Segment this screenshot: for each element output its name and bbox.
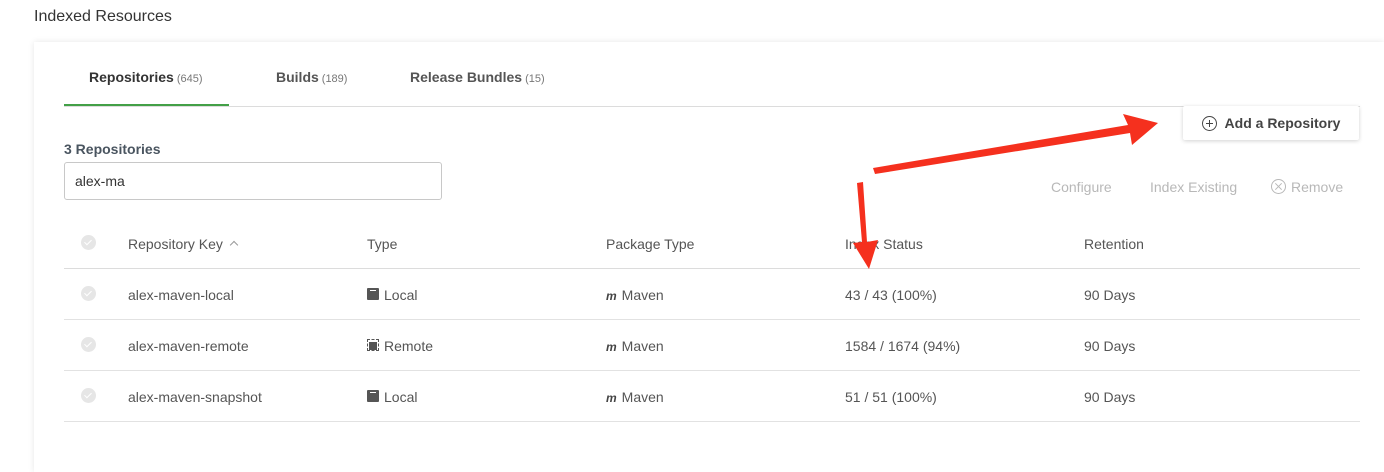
tab-bar: Repositories (645) Builds (189) Release Bu…: [64, 42, 1360, 107]
row-checkbox[interactable]: [81, 337, 96, 352]
tab-label: Builds: [276, 69, 319, 85]
select-all-checkbox[interactable]: [81, 235, 96, 250]
add-repository-button[interactable]: Add a Repository: [1183, 106, 1359, 140]
tab-release-bundles[interactable]: Release Bundles (15): [410, 69, 545, 105]
tab-repositories[interactable]: Repositories (645): [89, 69, 203, 105]
configure-button[interactable]: Configure: [1051, 179, 1112, 195]
local-repo-icon: [367, 288, 379, 300]
retention: 90 Days: [1084, 287, 1136, 303]
tab-count: (645): [176, 73, 203, 85]
active-tab-indicator: [64, 104, 229, 106]
tab-label: Repositories: [89, 69, 174, 85]
repository-count: 3 Repositories: [64, 141, 161, 157]
package-type: m Maven: [606, 338, 664, 354]
tab-builds[interactable]: Builds (189): [276, 69, 347, 105]
remote-repo-icon: [367, 339, 379, 351]
table-row[interactable]: alex-maven-snapshot Local m Maven 51 / 51…: [64, 371, 1360, 422]
repository-key: alex-maven-local: [128, 287, 234, 303]
index-existing-button[interactable]: Index Existing: [1150, 179, 1237, 195]
index-status: 1584 / 1674 (94%): [845, 338, 961, 354]
column-header-retention: Retention: [1084, 236, 1144, 252]
close-circle-icon: [1271, 179, 1286, 194]
column-header-type: Type: [367, 236, 398, 252]
repository-type: Local: [367, 389, 417, 405]
column-header-label: Repository Key: [128, 236, 223, 252]
type-label: Remote: [384, 338, 434, 354]
package-label: Maven: [621, 338, 664, 354]
sort-ascending-icon: [229, 240, 239, 250]
plus-circle-icon: [1201, 115, 1217, 131]
column-header-index-status: Index Status: [845, 236, 923, 252]
remove-button[interactable]: Remove: [1271, 179, 1343, 195]
index-status: 51 / 51 (100%): [845, 389, 937, 405]
repository-key: alex-maven-remote: [128, 338, 249, 354]
retention: 90 Days: [1084, 338, 1136, 354]
page-title: Indexed Resources: [34, 8, 172, 25]
column-header-repository-key[interactable]: Repository Key: [128, 236, 239, 252]
repository-type: Local: [367, 287, 417, 303]
type-label: Local: [384, 287, 418, 303]
tab-label: Release Bundles: [410, 69, 523, 85]
index-status: 43 / 43 (100%): [845, 287, 937, 303]
tab-count: (189): [321, 73, 348, 85]
row-checkbox[interactable]: [81, 286, 96, 301]
column-header-package-type: Package Type: [606, 236, 695, 252]
tab-count: (15): [525, 73, 545, 85]
maven-icon: m: [606, 289, 617, 303]
remove-label: Remove: [1291, 179, 1344, 195]
search-input[interactable]: [64, 162, 442, 200]
type-label: Local: [384, 389, 418, 405]
maven-icon: m: [606, 340, 617, 354]
retention: 90 Days: [1084, 389, 1136, 405]
table-row[interactable]: alex-maven-local Local m Maven 43 / 43 (1…: [64, 269, 1360, 320]
add-repository-label: Add a Repository: [1224, 115, 1341, 131]
repositories-table: Repository Key Type Package Type Index S…: [64, 218, 1360, 422]
local-repo-icon: [367, 390, 379, 402]
indexed-resources-card: Repositories (645) Builds (189) Release Bu…: [34, 42, 1384, 472]
package-label: Maven: [621, 389, 664, 405]
table-row[interactable]: alex-maven-remote Remote m Maven 1584 / 1…: [64, 320, 1360, 371]
repository-type: Remote: [367, 338, 433, 354]
package-label: Maven: [621, 287, 664, 303]
repository-key: alex-maven-snapshot: [128, 389, 262, 405]
package-type: m Maven: [606, 389, 664, 405]
row-checkbox[interactable]: [81, 388, 96, 403]
package-type: m Maven: [606, 287, 664, 303]
table-header: Repository Key Type Package Type Index S…: [64, 218, 1360, 269]
maven-icon: m: [606, 391, 617, 405]
